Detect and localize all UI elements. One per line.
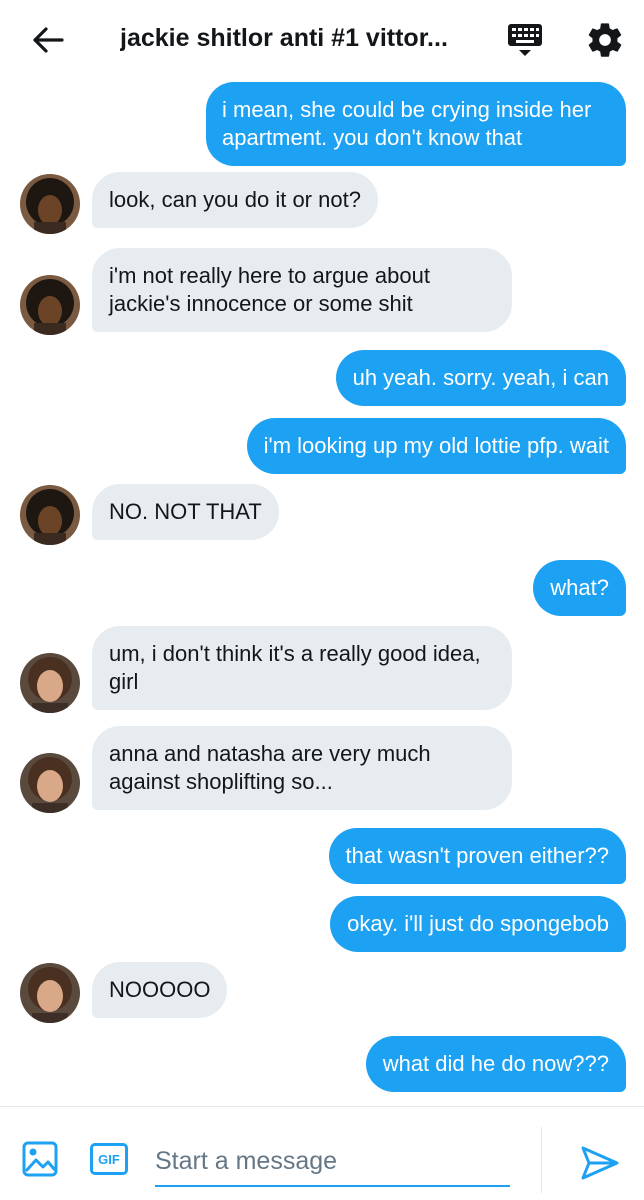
message-bubble[interactable]: um, i don't think it's a really good ide… <box>92 626 512 710</box>
message-outgoing: what did he do now??? <box>365 1036 626 1092</box>
message-bubble[interactable]: okay. i'll just do spongebob <box>330 896 626 952</box>
message-outgoing: what? <box>533 560 626 616</box>
gif-button[interactable]: GIF <box>90 1143 128 1175</box>
message-outgoing: i mean, she could be crying inside her a… <box>206 82 626 166</box>
message-outgoing: that wasn't proven either?? <box>328 828 626 884</box>
avatar[interactable] <box>20 174 80 234</box>
conversation-title[interactable]: jackie shitlor anti #1 vittor... <box>120 24 465 53</box>
avatar[interactable] <box>20 653 80 713</box>
image-icon[interactable] <box>22 1141 58 1177</box>
message-bubble[interactable]: NO. NOT THAT <box>92 484 279 540</box>
message-bubble[interactable]: what? <box>533 560 626 616</box>
keyboard-icon[interactable] <box>505 22 545 58</box>
send-icon[interactable] <box>580 1145 620 1181</box>
avatar[interactable] <box>20 963 80 1023</box>
avatar[interactable] <box>20 275 80 335</box>
message-incoming: look, can you do it or not? <box>92 172 378 228</box>
message-bubble[interactable]: i mean, she could be crying inside her a… <box>206 82 626 166</box>
avatar[interactable] <box>20 485 80 545</box>
gear-icon[interactable] <box>585 20 625 60</box>
message-bubble[interactable]: anna and natasha are very much against s… <box>92 726 512 810</box>
message-bubble[interactable]: i'm not really here to argue about jacki… <box>92 248 512 332</box>
message-outgoing: i'm looking up my old lottie pfp. wait <box>246 418 626 474</box>
message-bubble[interactable]: NOOOOO <box>92 962 228 1018</box>
message-incoming: NOOOOO <box>92 962 228 1018</box>
message-bubble[interactable]: that wasn't proven either?? <box>328 828 626 884</box>
message-bubble[interactable]: look, can you do it or not? <box>92 172 378 228</box>
message-bubble[interactable]: uh yeah. sorry. yeah, i can <box>335 350 626 406</box>
message-list[interactable]: i mean, she could be crying inside her a… <box>0 78 644 1106</box>
message-bubble[interactable]: i'm looking up my old lottie pfp. wait <box>246 418 626 474</box>
avatar[interactable] <box>20 753 80 813</box>
conversation-header: jackie shitlor anti #1 vittor... <box>0 0 644 78</box>
message-bubble[interactable]: what did he do now??? <box>365 1036 626 1092</box>
arrow-left-icon[interactable] <box>28 22 68 58</box>
message-composer: GIF <box>0 1106 644 1200</box>
message-incoming: um, i don't think it's a really good ide… <box>92 626 512 710</box>
message-incoming: NO. NOT THAT <box>92 484 279 540</box>
message-incoming: i'm not really here to argue about jacki… <box>92 248 512 332</box>
message-incoming: anna and natasha are very much against s… <box>92 726 512 810</box>
message-input[interactable] <box>155 1137 510 1187</box>
message-outgoing: okay. i'll just do spongebob <box>330 896 626 952</box>
composer-divider <box>541 1127 542 1193</box>
message-outgoing: uh yeah. sorry. yeah, i can <box>335 350 626 406</box>
